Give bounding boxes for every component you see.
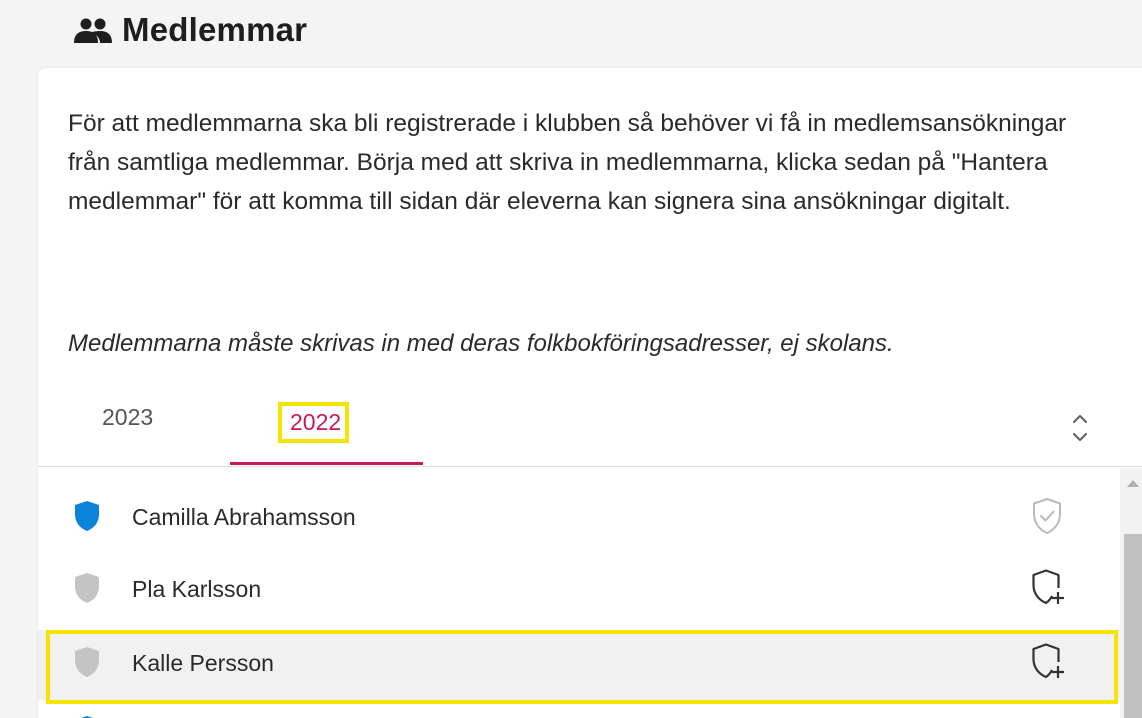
year-tabs: 2023 2022 bbox=[38, 384, 1142, 470]
page: Medlemmar För att medlemmarna ska bli re… bbox=[0, 0, 1142, 718]
shield-plus-icon[interactable] bbox=[1030, 642, 1064, 682]
shield-icon bbox=[81, 716, 93, 718]
member-name: Pla Karlsson bbox=[132, 576, 262, 602]
active-tab-indicator bbox=[230, 462, 423, 465]
tab-2023[interactable]: 2023 bbox=[102, 404, 153, 431]
shield-icon bbox=[75, 573, 99, 603]
member-row[interactable]: Camilla Abrahamsson bbox=[38, 484, 1120, 554]
tab-2023-label: 2023 bbox=[102, 404, 154, 430]
group-icon bbox=[74, 18, 112, 43]
member-row[interactable]: Pla Karlsson bbox=[38, 556, 1120, 626]
chevron-up-down-icon[interactable] bbox=[1068, 408, 1092, 448]
member-name: Camilla Abrahamsson bbox=[132, 504, 356, 530]
member-row[interactable]: Kalle Persson bbox=[38, 630, 1120, 700]
section-heading: Medlemmar bbox=[74, 10, 307, 50]
scroll-up-arrow[interactable] bbox=[1127, 480, 1139, 487]
tabs-divider bbox=[38, 466, 1142, 467]
tab-2022[interactable]: 2022 bbox=[278, 402, 350, 443]
tab-2022-label: 2022 bbox=[278, 402, 350, 443]
section-title: Medlemmar bbox=[122, 11, 308, 48]
member-name: Kalle Persson bbox=[132, 650, 274, 676]
shield-check-icon[interactable] bbox=[1030, 496, 1064, 536]
shield-icon bbox=[75, 647, 99, 677]
address-note: Medlemmarna måste skrivas in med deras f… bbox=[68, 330, 894, 357]
scrollbar[interactable] bbox=[1120, 468, 1142, 718]
shield-icon bbox=[75, 501, 99, 531]
scroll-thumb[interactable] bbox=[1124, 534, 1142, 718]
members-card: För att medlemmarna ska bli registrerade… bbox=[38, 68, 1142, 718]
member-list: Camilla Abrahamsson Pla Karlsson Kalle P… bbox=[38, 468, 1120, 718]
shield-plus-icon[interactable] bbox=[1030, 568, 1064, 608]
intro-text: För att medlemmarna ska bli registrerade… bbox=[68, 110, 1067, 215]
